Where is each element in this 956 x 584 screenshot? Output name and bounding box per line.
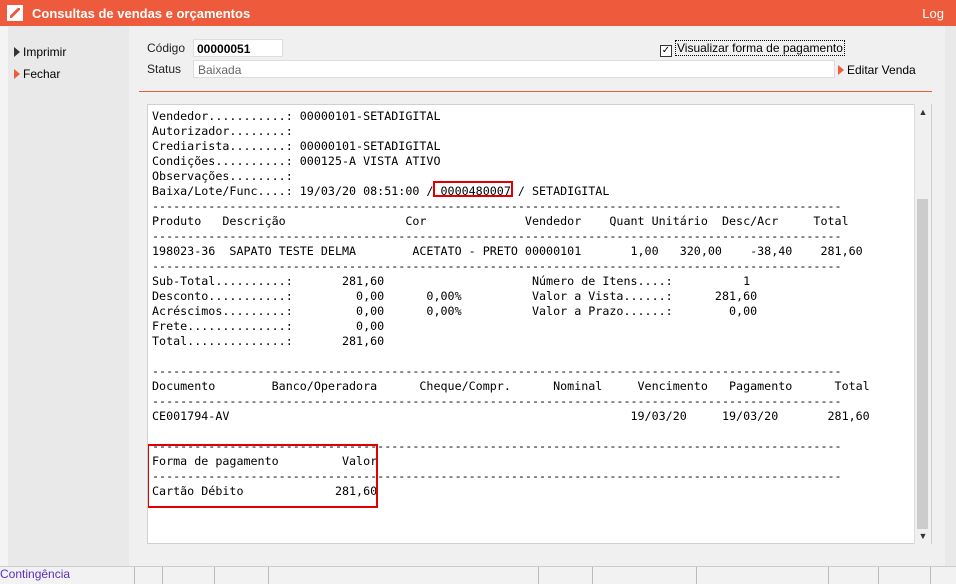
report-rule: ----------------------------------------…	[152, 229, 842, 243]
product-row: 198023-36 SAPATO TESTE DELMA ACETATO - P…	[152, 244, 863, 258]
scroll-down-icon[interactable]: ▼	[915, 528, 931, 544]
divider	[139, 91, 932, 92]
arrow-right-icon	[14, 69, 20, 79]
title-bar: Consultas de vendas e orçamentos Log	[0, 0, 956, 26]
totals-line: Acréscimos.........: 0,00 0,00% Valor a …	[152, 304, 758, 318]
window-title: Consultas de vendas e orçamentos	[32, 6, 251, 21]
status-divider	[268, 567, 269, 584]
status-divider	[592, 567, 593, 584]
arrow-right-icon	[14, 47, 20, 57]
report-crediarista: Crediarista........: 00000101-SETADIGITA…	[152, 139, 441, 153]
totals-line: Total..............: 281,60	[152, 334, 385, 348]
status-divider	[162, 567, 163, 584]
report-rule: ----------------------------------------…	[152, 364, 842, 378]
visualizar-pagamento-label: Visualizar forma de pagamento	[675, 40, 845, 56]
imprimir-label: Imprimir	[23, 45, 67, 59]
totals-line: Desconto...........: 0,00 0,00% Valor a …	[152, 289, 758, 303]
report-baixa: Baixa/Lote/Func....: 19/03/20 08:51:00 /…	[152, 184, 610, 198]
totals-line: Frete..............: 0,00	[152, 319, 385, 333]
editar-venda-label: Editar Venda	[847, 63, 916, 77]
status-divider	[538, 567, 539, 584]
report-autorizador: Autorizador........:	[152, 124, 293, 138]
visualizar-pagamento-checkbox[interactable]: ✓ Visualizar forma de pagamento	[660, 40, 845, 57]
fechar-button[interactable]: Fechar	[14, 67, 60, 81]
main-panel: Código 00000051 Status Baixada ✓ Visualiz…	[129, 26, 945, 566]
status-divider	[878, 567, 879, 584]
status-divider	[134, 567, 135, 584]
sale-report: Vendedor...........: 00000101-SETADIGITA…	[147, 104, 932, 544]
totals-line: Sub-Total..........: 281,60 Número de It…	[152, 274, 751, 288]
status-field: Baixada	[193, 60, 835, 78]
arrow-right-icon	[838, 65, 844, 75]
report-text: Vendedor...........: 00000101-SETADIGITA…	[152, 109, 870, 499]
product-table-header: Produto Descrição Cor Vendedor Quant Uni…	[152, 214, 849, 228]
report-rule: ----------------------------------------…	[152, 199, 842, 213]
status-divider	[214, 567, 215, 584]
document-table-header: Documento Banco/Operadora Cheque/Compr. …	[152, 379, 870, 393]
app-logo-icon	[7, 5, 23, 21]
codigo-field[interactable]: 00000051	[193, 39, 283, 57]
lote-highlight-box	[433, 181, 513, 197]
scroll-thumb[interactable]	[917, 199, 928, 529]
payment-highlight-box	[148, 444, 378, 508]
report-vendedor: Vendedor...........: 00000101-SETADIGITA…	[152, 109, 441, 123]
imprimir-button[interactable]: Imprimir	[14, 45, 66, 59]
document-row: CE001794-AV 19/03/20 19/03/20 281,60	[152, 409, 870, 423]
report-rule: ----------------------------------------…	[152, 259, 842, 273]
scroll-up-icon[interactable]: ▲	[915, 104, 931, 120]
report-rule: ----------------------------------------…	[152, 394, 842, 408]
status-label: Status	[147, 62, 182, 76]
left-action-panel: Imprimir Fechar	[8, 26, 128, 566]
report-observacoes: Observações........:	[152, 169, 293, 183]
report-condicoes: Condições..........: 000125-A VISTA ATIV…	[152, 154, 441, 168]
report-scrollbar[interactable]: ▲ ▼	[914, 104, 931, 544]
checkbox-checked-icon: ✓	[660, 45, 672, 57]
log-link[interactable]: Log	[922, 6, 944, 21]
status-divider	[930, 567, 931, 584]
fechar-label: Fechar	[23, 67, 61, 81]
editar-venda-button[interactable]: Editar Venda	[838, 63, 916, 77]
contingencia-label: Contingência	[0, 567, 71, 581]
codigo-label: Código	[147, 41, 186, 55]
status-divider	[828, 567, 829, 584]
status-bar: Contingência	[0, 566, 956, 584]
status-divider	[696, 567, 697, 584]
